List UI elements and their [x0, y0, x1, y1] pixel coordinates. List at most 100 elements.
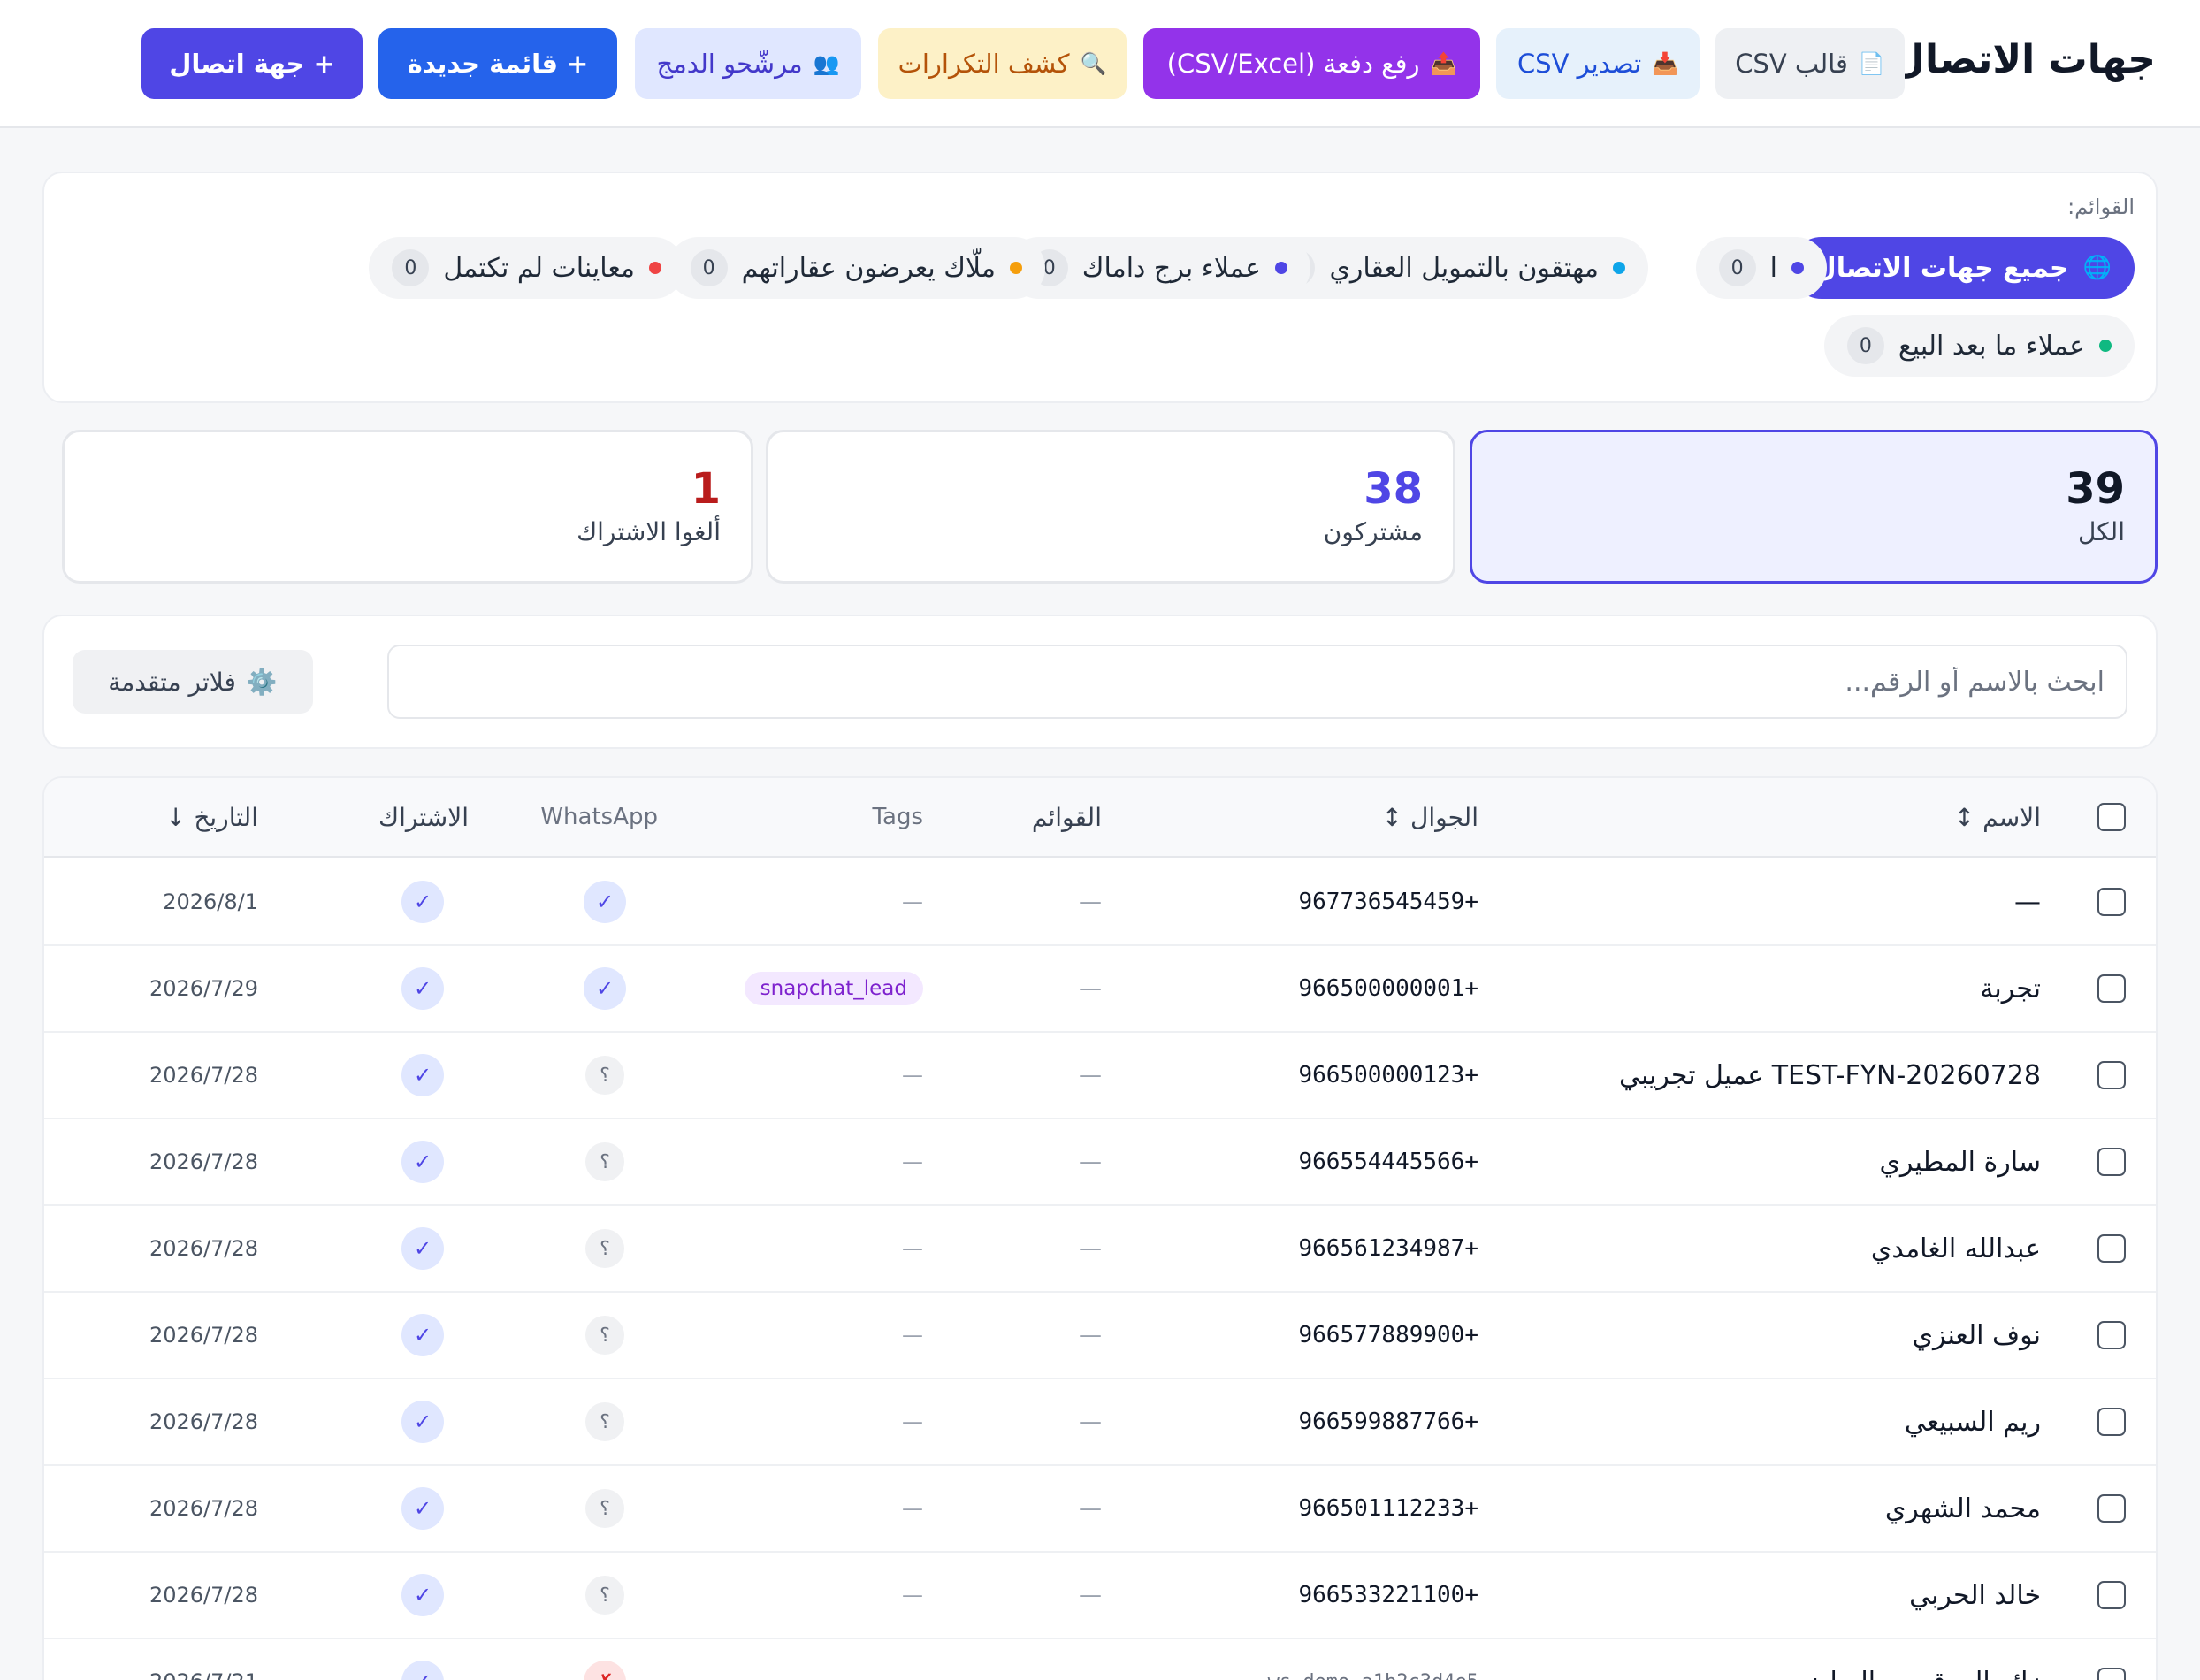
list-chip[interactable]: عملاء برج داماك 0 — [1007, 237, 1310, 299]
contact-name[interactable]: محمد الشهري — [1885, 1466, 2041, 1551]
list-chip[interactable]: معاينات لم تكتمل 0 — [369, 237, 684, 299]
contact-lists: — — [1079, 889, 1102, 915]
new-contact-button[interactable]: + جهة اتصال — [141, 28, 363, 99]
whatsapp-status-icon: ؟ — [585, 1142, 624, 1181]
contact-date: 2026/7/21 — [149, 1639, 258, 1680]
row-checkbox[interactable] — [2097, 1234, 2126, 1263]
whatsapp-status-icon: ✓ — [584, 967, 626, 1010]
row-checkbox[interactable] — [2097, 1148, 2126, 1176]
row-checkbox[interactable] — [2097, 1408, 2126, 1436]
column-header-phone[interactable]: الجوال ↕ — [1382, 778, 1478, 856]
contact-date: 2026/7/28 — [149, 1149, 258, 1174]
whatsapp-status-cell: ؟ — [578, 1466, 631, 1551]
row-checkbox[interactable] — [2097, 1061, 2126, 1089]
contact-phone: +966500000001 — [1298, 975, 1479, 1002]
export-csv-button[interactable]: 📥 تصدير CSV — [1496, 28, 1700, 99]
whatsapp-status-icon: ✓ — [584, 881, 626, 923]
contact-date: 2026/7/28 — [149, 1496, 258, 1521]
contact-name[interactable]: عبدالله الغامدي — [1871, 1206, 2041, 1291]
contact-lists: — — [1079, 1409, 1102, 1435]
list-chip-label: عملاء ما بعد البيع — [1898, 330, 2085, 362]
column-header-whatsapp: WhatsApp — [540, 804, 658, 830]
contact-name[interactable]: TEST-FYN-20260728 عميل تجريبي — [1619, 1033, 2041, 1118]
column-header-tags: Tags — [872, 804, 923, 830]
list-chip[interactable]: ملّاك يعرضون عقاراتهم 0 — [667, 237, 1045, 299]
table-row[interactable]: عبدالله الغامدي +966561234987 — — ؟ ✓ 2026/7/2… — [44, 1206, 2156, 1293]
contact-name[interactable]: — — [2014, 859, 2041, 944]
tags-empty: — — [902, 1323, 923, 1348]
row-checkbox[interactable] — [2097, 1321, 2126, 1349]
list-count-badge: 0 — [1846, 327, 1884, 364]
list-chip-all[interactable]: 🌐 جميع جهات الاتصال — [1790, 237, 2135, 299]
list-count-badge: 0 — [392, 249, 430, 286]
contact-phone: ws_demo_a1b2c3d4e5 — [1268, 1639, 1478, 1680]
table-row[interactable]: — +967736545459 — — ✓ ✓ 2026/8/1 — [44, 859, 2156, 946]
list-color-dot — [1791, 262, 1804, 274]
table-row[interactable]: سارة المطيري +966554445566 — — ؟ ✓ 2026/7/28 — [44, 1119, 2156, 1206]
subscription-status-cell: ✓ — [396, 1639, 449, 1680]
contact-tags-cell: — — [902, 1293, 923, 1378]
new-list-button[interactable]: + قائمة جديدة — [378, 28, 617, 99]
contact-phone: +966599887766 — [1298, 1409, 1479, 1435]
document-icon: 📄 — [1858, 51, 1885, 76]
whatsapp-status-icon: ؟ — [585, 1229, 624, 1268]
contact-name[interactable]: سارة المطيري — [1879, 1119, 2041, 1204]
stat-label: ألغوا الاشتراك — [577, 517, 721, 546]
contact-tags-cell: — — [902, 1033, 923, 1118]
row-checkbox[interactable] — [2097, 1581, 2126, 1609]
list-chip[interactable]: ا 0 — [1695, 237, 1827, 299]
list-chip-label: عملاء برج داماك — [1081, 252, 1261, 284]
contact-name[interactable]: زائر الموقع — الرياض — [1798, 1639, 2041, 1680]
subscription-status-cell: ✓ — [396, 1119, 449, 1204]
whatsapp-status-icon: ؟ — [585, 1056, 624, 1095]
stat-value: 1 — [691, 464, 721, 514]
list-chip-label: مهتقون بالتمويل العقاري — [1329, 252, 1599, 284]
table-row[interactable]: محمد الشهري +966501112233 — — ؟ ✓ 2026/7/28 — [44, 1466, 2156, 1553]
merge-candidates-button[interactable]: 👥 مرشّحو الدمج — [635, 28, 861, 99]
row-checkbox[interactable] — [2097, 1668, 2126, 1680]
column-header-date[interactable]: التاريخ ↓ — [165, 778, 258, 856]
row-select-cell — [2096, 1293, 2127, 1378]
table-row[interactable]: ريم السبيعي +966599887766 — — ؟ ✓ 2026/7/28 — [44, 1379, 2156, 1466]
contact-tags-cell: — — [902, 1553, 923, 1638]
row-checkbox[interactable] — [2097, 888, 2126, 916]
advanced-filters-button[interactable]: ⚙️ فلاتر متقدمة — [73, 650, 313, 714]
table-header: الاسم ↕ الجوال ↕ القوائم Tags WhatsApp ا… — [44, 778, 2156, 858]
list-chip-label: ملّاك يعرضون عقاراتهم — [741, 252, 996, 284]
csv-template-button[interactable]: 📄 قالب CSV — [1715, 28, 1905, 99]
table-row[interactable]: تجربة +966500000001 — snapchat_lead ✓ ✓ 2026/7… — [44, 946, 2156, 1033]
contact-name[interactable]: خالد الحربي — [1909, 1553, 2041, 1638]
contact-name[interactable]: ريم السبيعي — [1905, 1379, 2041, 1464]
subscription-check-icon: ✓ — [401, 1661, 444, 1680]
tag-pill[interactable]: snapchat_lead — [744, 972, 923, 1005]
contact-name[interactable]: نوف العنزي — [1912, 1293, 2041, 1378]
stat-card-all[interactable]: 39 الكل — [1470, 430, 2158, 584]
list-chip[interactable]: عملاء ما بعد البيع 0 — [1823, 315, 2135, 377]
row-checkbox[interactable] — [2097, 974, 2126, 1003]
column-header-subscription: الاشتراك — [378, 802, 469, 832]
column-header-name[interactable]: الاسم ↕ — [1954, 778, 2041, 856]
subscription-check-icon: ✓ — [401, 1227, 444, 1270]
tags-empty: — — [902, 1063, 923, 1088]
table-row[interactable]: نوف العنزي +966577889900 — — ؟ ✓ 2026/7/28 — [44, 1293, 2156, 1379]
tags-empty: — — [902, 1583, 923, 1607]
select-all-checkbox[interactable] — [2097, 803, 2126, 831]
table-row[interactable]: خالد الحربي +966533221100 — — ؟ ✓ 2026/7/28 — [44, 1553, 2156, 1639]
subscription-check-icon: ✓ — [401, 967, 444, 1010]
search-input[interactable] — [387, 645, 2127, 719]
table-row[interactable]: زائر الموقع — الرياض ws_demo_a1b2c3d4e5 ✗ ✓… — [44, 1639, 2156, 1680]
list-chip[interactable]: مهتقون بالتمويل العقاري 0 — [1255, 237, 1648, 299]
contact-date: 2026/7/28 — [149, 1583, 258, 1607]
stat-card-unsubscribed[interactable]: 1 ألغوا الاشتراك — [62, 430, 753, 584]
table-row[interactable]: TEST-FYN-20260728 عميل تجريبي +9665000001… — [44, 1033, 2156, 1119]
row-select-cell — [2096, 1639, 2127, 1680]
contact-name[interactable]: تجربة — [1980, 946, 2041, 1031]
batch-upload-button[interactable]: 📤 رفع دفعة (CSV/Excel) — [1143, 28, 1480, 99]
globe-icon: 🌐 — [2082, 255, 2112, 281]
row-select-cell — [2096, 1206, 2127, 1291]
stat-card-subscribed[interactable]: 38 مشتركون — [766, 430, 1455, 584]
whatsapp-status-cell: ؟ — [578, 1379, 631, 1464]
row-checkbox[interactable] — [2097, 1494, 2126, 1523]
list-count-badge: 0 — [1718, 249, 1756, 286]
detect-duplicates-button[interactable]: 🔍 كشف التكرارات — [878, 28, 1127, 99]
